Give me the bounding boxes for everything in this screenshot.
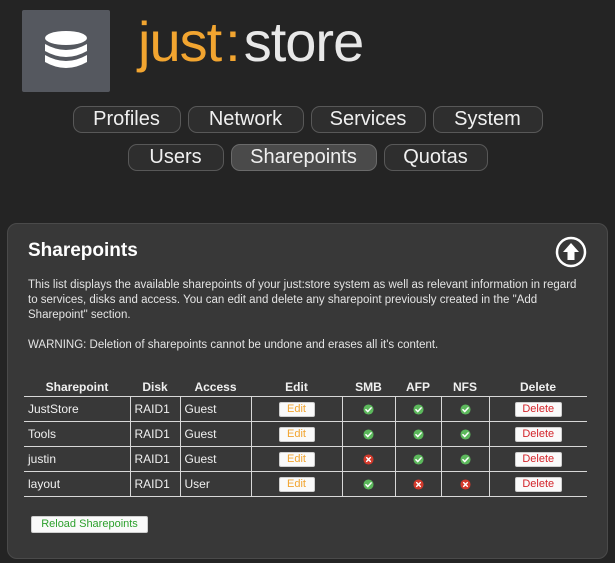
circle-arrow-up-icon[interactable] bbox=[555, 236, 587, 268]
disk-cell: RAID1 bbox=[129, 446, 180, 472]
smb-status-cell bbox=[341, 471, 395, 497]
access-cell: Guest bbox=[179, 446, 251, 472]
table-header-row: Sharepoint Disk Access Edit SMB AFP NFS … bbox=[24, 379, 587, 397]
table-row: layout RAID1 User Edit Delete bbox=[24, 471, 587, 497]
header-sharepoint: Sharepoint bbox=[24, 379, 130, 397]
cross-icon bbox=[363, 454, 374, 465]
delete-cell: Delete bbox=[488, 471, 587, 497]
check-icon bbox=[412, 429, 424, 440]
check-icon bbox=[363, 479, 374, 490]
sharepoint-name: JustStore bbox=[24, 396, 130, 422]
brand-part1: just bbox=[138, 10, 222, 73]
nav-row-secondary: Users Sharepoints Quotas bbox=[0, 144, 615, 171]
brand-logo: just:store bbox=[138, 2, 364, 82]
header-access: Access bbox=[180, 379, 251, 397]
panel-warning: WARNING: Deletion of sharepoints cannot … bbox=[28, 339, 439, 351]
nfs-status-cell bbox=[440, 471, 489, 497]
delete-button[interactable]: Delete bbox=[514, 401, 562, 417]
sharepoint-name: Tools bbox=[24, 421, 130, 447]
delete-button[interactable]: Delete bbox=[514, 476, 562, 492]
nav-users[interactable]: Users bbox=[127, 144, 224, 171]
delete-cell: Delete bbox=[488, 421, 587, 447]
edit-cell: Edit bbox=[250, 421, 342, 447]
smb-status-cell bbox=[341, 446, 395, 472]
reload-sharepoints-button[interactable]: Reload Sharepoints bbox=[31, 516, 148, 533]
nfs-status-cell bbox=[440, 446, 489, 472]
header-afp: AFP bbox=[395, 379, 441, 397]
database-icon bbox=[45, 31, 87, 68]
table-row: Tools RAID1 Guest Edit Delete bbox=[24, 421, 587, 447]
header-smb: SMB bbox=[342, 379, 395, 397]
nav-network[interactable]: Network bbox=[187, 106, 304, 133]
check-icon bbox=[459, 404, 471, 415]
delete-button[interactable]: Delete bbox=[514, 426, 562, 442]
edit-button[interactable]: Edit bbox=[278, 476, 315, 492]
sharepoint-name: justin bbox=[24, 446, 130, 472]
header-delete: Delete bbox=[489, 379, 587, 397]
table-row: justin RAID1 Guest Edit Delete bbox=[24, 446, 587, 472]
brand-part2: store bbox=[243, 10, 364, 73]
access-cell: User bbox=[179, 471, 251, 497]
delete-cell: Delete bbox=[488, 396, 587, 422]
smb-status-cell bbox=[341, 421, 395, 447]
header-edit: Edit bbox=[251, 379, 342, 397]
check-icon bbox=[412, 454, 424, 465]
afp-status-cell bbox=[394, 396, 441, 422]
sharepoint-name: layout bbox=[24, 471, 130, 497]
sharepoints-panel: Sharepoints This list displays the avail… bbox=[7, 223, 608, 559]
afp-status-cell bbox=[394, 471, 441, 497]
nfs-status-cell bbox=[440, 396, 489, 422]
disk-cell: RAID1 bbox=[129, 471, 180, 497]
cross-icon bbox=[459, 479, 471, 490]
header-nfs: NFS bbox=[441, 379, 489, 397]
nav-quotas[interactable]: Quotas bbox=[383, 144, 488, 171]
smb-status-cell bbox=[341, 396, 395, 422]
edit-cell: Edit bbox=[250, 471, 342, 497]
afp-status-cell bbox=[394, 421, 441, 447]
disk-cell: RAID1 bbox=[129, 421, 180, 447]
table-row: JustStore RAID1 Guest Edit Delete bbox=[24, 396, 587, 422]
afp-status-cell bbox=[394, 446, 441, 472]
nav-system[interactable]: System bbox=[432, 106, 543, 133]
nfs-status-cell bbox=[440, 421, 489, 447]
edit-button[interactable]: Edit bbox=[278, 451, 315, 467]
cross-icon bbox=[412, 479, 424, 490]
brand-separator: : bbox=[225, 10, 241, 73]
access-cell: Guest bbox=[179, 396, 251, 422]
nav-services[interactable]: Services bbox=[310, 106, 426, 133]
delete-button[interactable]: Delete bbox=[514, 451, 562, 467]
nav-sharepoints[interactable]: Sharepoints bbox=[230, 144, 377, 171]
edit-button[interactable]: Edit bbox=[278, 426, 315, 442]
logo-tile bbox=[22, 10, 110, 92]
delete-cell: Delete bbox=[488, 446, 587, 472]
panel-title: Sharepoints bbox=[28, 240, 138, 261]
edit-cell: Edit bbox=[250, 396, 342, 422]
check-icon bbox=[412, 404, 424, 415]
nav-profiles[interactable]: Profiles bbox=[72, 106, 181, 133]
edit-button[interactable]: Edit bbox=[278, 401, 315, 417]
check-icon bbox=[459, 454, 471, 465]
nav-row-primary: Profiles Network Services System bbox=[0, 106, 615, 133]
disk-cell: RAID1 bbox=[129, 396, 180, 422]
panel-description: This list displays the available sharepo… bbox=[28, 279, 577, 321]
edit-cell: Edit bbox=[250, 446, 342, 472]
check-icon bbox=[363, 404, 374, 415]
access-cell: Guest bbox=[179, 421, 251, 447]
header-disk: Disk bbox=[130, 379, 180, 397]
check-icon bbox=[363, 429, 374, 440]
sharepoints-table: Sharepoint Disk Access Edit SMB AFP NFS … bbox=[24, 379, 587, 497]
check-icon bbox=[459, 429, 471, 440]
